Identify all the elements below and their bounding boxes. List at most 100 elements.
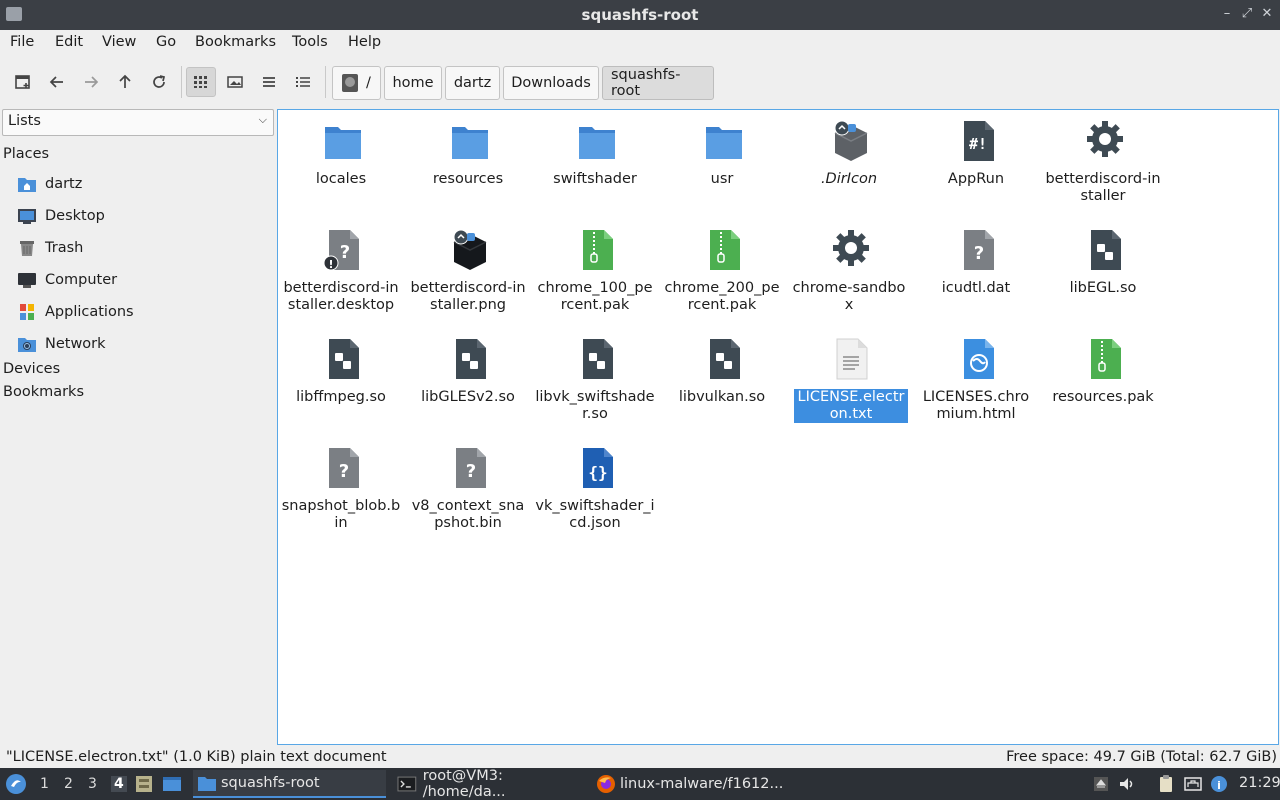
unknown-icon: ? bbox=[329, 448, 359, 488]
sidebar-item-network[interactable]: Network bbox=[17, 333, 106, 355]
task-file-manager[interactable]: squashfs-root bbox=[193, 770, 386, 798]
file-item-libvulkan[interactable]: libvulkan.so bbox=[662, 337, 782, 427]
library-icon bbox=[329, 339, 359, 379]
sidebar-item-trash[interactable]: Trash bbox=[17, 237, 83, 259]
workspace-2[interactable]: 2 bbox=[64, 776, 73, 792]
places-heading: Places bbox=[3, 146, 50, 162]
file-item-betterdiscord-png[interactable]: betterdiscord-installer.png bbox=[408, 228, 528, 318]
restore-icon[interactable]: ⤢ bbox=[1238, 5, 1256, 23]
workspace-3[interactable]: 3 bbox=[88, 776, 97, 792]
close-icon[interactable]: ✕ bbox=[1258, 5, 1276, 23]
drive-icon bbox=[342, 74, 358, 92]
arrow-right-icon bbox=[85, 76, 99, 88]
menu-file[interactable]: File bbox=[10, 34, 34, 50]
file-item-betterdiscord-desktop[interactable]: ?! betterdiscord-installer.desktop bbox=[281, 228, 401, 318]
file-item-licenses-chromium[interactable]: LICENSES.chromium.html bbox=[916, 337, 1036, 427]
clock[interactable]: 21:29 bbox=[1239, 775, 1280, 791]
breadcrumb-downloads[interactable]: Downloads bbox=[503, 66, 599, 100]
notifications-button[interactable]: i bbox=[1209, 774, 1229, 794]
devices-heading[interactable]: Devices bbox=[3, 361, 60, 377]
status-free-space: Free space: 49.7 GiB (Total: 62.7 GiB) bbox=[1006, 749, 1277, 765]
detailed-list-view-button[interactable] bbox=[288, 67, 318, 97]
menu-tools[interactable]: Tools bbox=[292, 34, 328, 50]
sidebar-item-desktop[interactable]: Desktop bbox=[17, 205, 105, 227]
file-item-chrome-100[interactable]: chrome_100_percent.pak bbox=[535, 228, 655, 318]
sidebar-item-applications[interactable]: Applications bbox=[17, 301, 134, 323]
file-item-libglesv2[interactable]: libGLESv2.so bbox=[408, 337, 528, 427]
icon-view-button[interactable] bbox=[186, 67, 216, 97]
up-button[interactable] bbox=[110, 67, 140, 97]
back-button[interactable] bbox=[42, 67, 72, 97]
desktop-icon bbox=[18, 209, 36, 224]
file-item-license-electron[interactable]: LICENSE.electron.txt bbox=[789, 337, 909, 427]
breadcrumb-root[interactable]: / bbox=[332, 66, 381, 100]
file-manager-launcher[interactable] bbox=[134, 774, 154, 794]
svg-text:?: ? bbox=[974, 243, 984, 264]
sidebar-item-dartz[interactable]: dartz bbox=[17, 173, 82, 195]
menu-go[interactable]: Go bbox=[156, 34, 176, 50]
breadcrumb-squashfs-root[interactable]: squashfs-root bbox=[602, 66, 714, 100]
task-label: root@VM3: /home/da... bbox=[422, 768, 506, 800]
menu-edit[interactable]: Edit bbox=[55, 34, 83, 50]
volume-button[interactable] bbox=[1117, 774, 1137, 794]
file-name: vk_swiftshader_icd.json bbox=[535, 498, 655, 531]
library-icon bbox=[1091, 230, 1121, 270]
show-desktop-button[interactable] bbox=[162, 774, 182, 794]
file-item-resources[interactable]: resources bbox=[408, 119, 528, 209]
file-view[interactable]: locales resources swiftshader usr .DirIc… bbox=[277, 109, 1279, 745]
minimize-icon[interactable]: – bbox=[1218, 5, 1236, 23]
file-item-icudtl[interactable]: ? icudtl.dat bbox=[916, 228, 1036, 318]
folder-icon bbox=[452, 127, 488, 159]
file-item-usr[interactable]: usr bbox=[662, 119, 782, 209]
applications-icon bbox=[20, 304, 34, 320]
bookmarks-heading[interactable]: Bookmarks bbox=[3, 384, 84, 400]
task-terminal[interactable]: root@VM3: /home/da... bbox=[393, 768, 588, 800]
file-name: .DirIcon bbox=[820, 171, 878, 187]
file-item-vk-swiftshader-icd[interactable]: {} vk_swiftshader_icd.json bbox=[535, 446, 655, 536]
file-item-diricon[interactable]: .DirIcon bbox=[789, 119, 909, 209]
file-item-apprun[interactable]: #! AppRun bbox=[916, 119, 1036, 209]
folder-icon bbox=[579, 127, 615, 159]
list-icon bbox=[263, 77, 275, 87]
menu-view[interactable]: View bbox=[102, 34, 136, 50]
file-item-chrome-sandbox[interactable]: chrome-sandbox bbox=[789, 228, 909, 318]
library-icon bbox=[456, 339, 486, 379]
arrow-up-icon bbox=[119, 74, 131, 88]
file-item-swiftshader[interactable]: swiftshader bbox=[535, 119, 655, 209]
network-status-button[interactable] bbox=[1183, 774, 1203, 794]
clipboard-button[interactable] bbox=[1156, 774, 1176, 794]
archive-icon bbox=[583, 230, 613, 270]
file-item-chrome-200[interactable]: chrome_200_percent.pak bbox=[662, 228, 782, 318]
task-firefox[interactable]: linux-malware/f1612... bbox=[592, 770, 792, 798]
workspace-4[interactable]: 4 bbox=[111, 776, 127, 792]
tray-expand-button[interactable] bbox=[1091, 774, 1111, 794]
breadcrumb-dartz[interactable]: dartz bbox=[445, 66, 500, 100]
compact-view-button[interactable] bbox=[254, 67, 284, 97]
file-item-resources-pak[interactable]: resources.pak bbox=[1043, 337, 1163, 427]
reload-button[interactable] bbox=[144, 67, 174, 97]
file-item-libffmpeg[interactable]: libffmpeg.so bbox=[281, 337, 401, 427]
unknown-icon: ? bbox=[964, 230, 994, 270]
start-menu-button[interactable] bbox=[5, 773, 27, 795]
new-window-button[interactable] bbox=[8, 67, 38, 97]
sidebar-item-computer[interactable]: Computer bbox=[17, 269, 117, 291]
file-item-v8-context-snapshot[interactable]: ? v8_context_snapshot.bin bbox=[408, 446, 528, 536]
sidebar-mode-select[interactable]: Lists ⌵ bbox=[2, 109, 274, 136]
menu-bookmarks[interactable]: Bookmarks bbox=[195, 34, 276, 50]
file-name: chrome_100_percent.pak bbox=[537, 280, 653, 313]
file-item-locales[interactable]: locales bbox=[281, 119, 401, 209]
file-item-libegl[interactable]: libEGL.so bbox=[1043, 228, 1163, 318]
thumbnail-view-button[interactable] bbox=[220, 67, 250, 97]
text-file-icon bbox=[836, 338, 868, 380]
file-item-betterdiscord-installer[interactable]: betterdiscord-installer bbox=[1043, 119, 1163, 209]
menu-help[interactable]: Help bbox=[348, 34, 381, 50]
file-item-libvk-swiftshader[interactable]: libvk_swiftshader.so bbox=[535, 337, 655, 427]
breadcrumb-home[interactable]: home bbox=[384, 66, 442, 100]
forward-button[interactable] bbox=[76, 67, 106, 97]
new-window-icon bbox=[15, 75, 30, 89]
file-item-snapshot-blob[interactable]: ? snapshot_blob.bin bbox=[281, 446, 401, 536]
desktop-icon bbox=[163, 777, 181, 791]
unknown-icon: ? bbox=[456, 448, 486, 488]
workspace-1[interactable]: 1 bbox=[40, 776, 49, 792]
folder-icon bbox=[706, 127, 742, 159]
